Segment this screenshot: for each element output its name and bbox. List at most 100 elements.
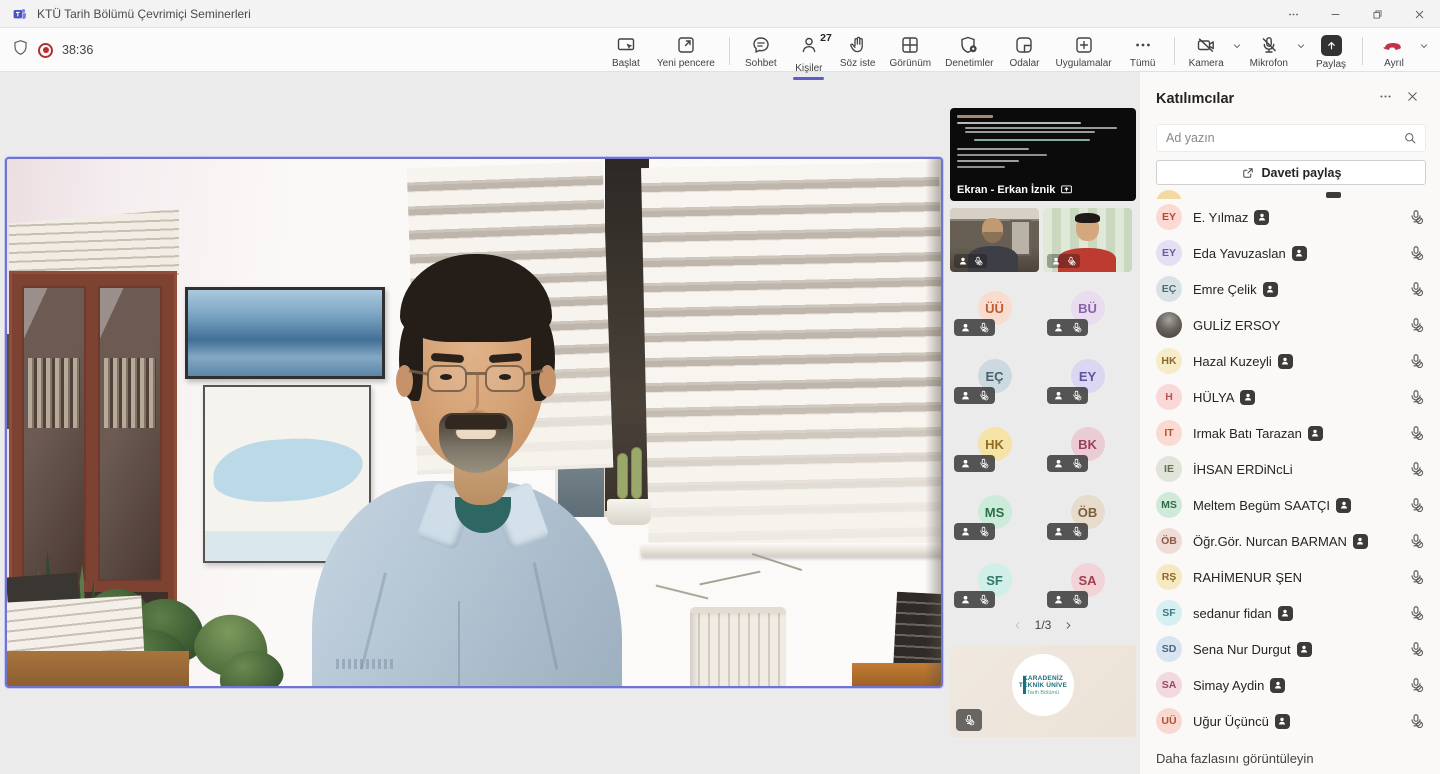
more-button[interactable]: Tümü [1119, 33, 1167, 69]
attendee-badge-icon [1270, 678, 1285, 693]
new-window-button[interactable]: Yeni pencere [650, 33, 722, 69]
speaker-mustache [445, 415, 507, 429]
attendee-badge-icon [1053, 526, 1064, 537]
tile-status-overlay [954, 455, 995, 472]
mic-chevron-icon[interactable] [1295, 40, 1307, 52]
tile-status-overlay [1047, 591, 1088, 608]
view-button[interactable]: Görünüm [882, 33, 938, 69]
mic-muted-icon [1071, 458, 1082, 469]
participant-row[interactable]: HK Hazal Kuzeyli [1140, 343, 1440, 379]
participant-tile[interactable]: HK [950, 412, 1039, 476]
participant-row[interactable]: EÇ Emre Çelik [1140, 271, 1440, 307]
attendee-badge-icon [1336, 498, 1351, 513]
window-sill [641, 543, 943, 556]
close-button[interactable] [1398, 0, 1440, 28]
minimize-button[interactable] [1314, 0, 1356, 28]
participant-tile[interactable]: SF [950, 548, 1039, 612]
participant-row[interactable]: MS Meltem Begüm SAATÇI [1140, 487, 1440, 523]
tile-status-overlay [954, 523, 995, 540]
participant-tile[interactable]: ÖB [1043, 480, 1132, 544]
main-speaker-video[interactable]: Erkan Iznik [5, 157, 943, 688]
ellipsis-icon [1133, 35, 1153, 55]
attendee-badge-icon [1240, 390, 1255, 405]
mic-muted-icon [1408, 569, 1424, 585]
participant-tile[interactable]: BK [1043, 412, 1132, 476]
tile-pagination: 1/3 [950, 614, 1136, 636]
attendee-badge-icon [1292, 246, 1307, 261]
mic-muted-icon [1408, 389, 1424, 405]
participant-tile[interactable]: EÇ [950, 344, 1039, 408]
video-status-overlay [954, 254, 987, 268]
teams-logo-icon [12, 6, 28, 22]
tile-status-overlay [1047, 319, 1088, 336]
participant-tile[interactable]: BÜ [1043, 276, 1132, 340]
camera-chevron-icon[interactable] [1231, 40, 1243, 52]
participant-row[interactable]: GULİZ ERSOY [1140, 307, 1440, 343]
participant-row[interactable]: RŞ RAHİMENUR ŞEN [1140, 559, 1440, 595]
camera-button[interactable]: Kamera [1182, 33, 1231, 69]
mic-muted-icon [1071, 390, 1082, 401]
attendee-badge-icon [1297, 642, 1312, 657]
participant-tile[interactable]: MS [950, 480, 1039, 544]
timer-text: 38:36 [62, 43, 93, 57]
start-button[interactable]: Başlat [602, 33, 650, 69]
participant-row[interactable]: SF sedanur fidan [1140, 595, 1440, 631]
restore-button[interactable] [1356, 0, 1398, 28]
leave-chevron-icon[interactable] [1418, 40, 1430, 52]
mic-muted-icon [1408, 533, 1424, 549]
participant-tile[interactable]: EY [1043, 344, 1132, 408]
participant-row[interactable]: IE İHSAN ERDiNcLi [1140, 451, 1440, 487]
screenshare-icon [1060, 183, 1073, 196]
screenshare-thumbnail[interactable]: Ekran - Erkan İznik [950, 108, 1136, 201]
desk-left [7, 651, 189, 688]
people-icon [799, 35, 819, 55]
window-controls [1272, 0, 1440, 28]
participant-row[interactable]: EY E. Yılmaz [1140, 199, 1440, 235]
panel-header: Katılımcılar [1140, 72, 1440, 122]
show-more-link[interactable]: Daha fazlasını görüntüleyin [1140, 739, 1440, 774]
panel-close-button[interactable] [1399, 86, 1426, 112]
attendee-badge-icon [1275, 714, 1290, 729]
mic-muted-icon [1408, 245, 1424, 261]
participant-row[interactable]: EY Eda Yavuzaslan [1140, 235, 1440, 271]
share-button[interactable]: Paylaş [1307, 33, 1355, 70]
raise-hand-button[interactable]: Söz iste [833, 33, 883, 69]
page-prev-icon[interactable] [1012, 620, 1023, 631]
attendee-badge-icon [1263, 282, 1278, 297]
page-next-icon[interactable] [1063, 620, 1074, 631]
participant-tile[interactable]: ÜÜ [950, 276, 1039, 340]
meeting-toolbar: 38:36 Başlat Yeni pencere Sohbet 27 [0, 28, 1440, 72]
participant-row[interactable]: ÖB Öğr.Gör. Nurcan BARMAN [1140, 523, 1440, 559]
search-input[interactable] [1156, 131, 1426, 145]
chat-icon [751, 35, 771, 55]
attendee-badge-icon [1051, 256, 1061, 266]
participant-video-thumbnail[interactable] [950, 208, 1039, 272]
participant-row[interactable]: SA Simay Aydin [1140, 667, 1440, 703]
mic-muted-icon [1408, 281, 1424, 297]
avatar: IT [1156, 420, 1182, 446]
participant-row[interactable]: H HÜLYA [1140, 379, 1440, 415]
panel-more-button[interactable] [1372, 86, 1399, 112]
leave-button[interactable]: Ayrıl [1370, 33, 1418, 69]
avatar: SA [1156, 672, 1182, 698]
chat-button[interactable]: Sohbet [737, 33, 785, 69]
mic-muted-icon [1408, 605, 1424, 621]
avatar: IE [1156, 456, 1182, 482]
speaker-mouth [455, 429, 497, 440]
mic-muted-icon [1408, 677, 1424, 693]
rooms-button[interactable]: Odalar [1000, 33, 1048, 69]
people-button[interactable]: 27 Kişiler [785, 33, 833, 74]
participant-video-thumbnail[interactable] [1043, 208, 1132, 272]
avatar: SF [1156, 600, 1182, 626]
mic-button[interactable]: Mikrofon [1243, 33, 1295, 69]
titlebar-more-button[interactable] [1272, 0, 1314, 28]
controls-button[interactable]: Denetimler [938, 33, 1000, 69]
apps-button[interactable]: Uygulamalar [1048, 33, 1118, 69]
participant-row[interactable]: UÜ Uğur Üçüncü [1140, 703, 1440, 739]
participant-row[interactable]: SD Sena Nur Durgut [1140, 631, 1440, 667]
attendee-badge-icon [1053, 322, 1064, 333]
participant-row[interactable]: IT Irmak Batı Tarazan [1140, 415, 1440, 451]
share-invite-button[interactable]: Daveti paylaş [1156, 160, 1426, 185]
participant-tile[interactable]: SA [1043, 548, 1132, 612]
university-logo-tile[interactable]: KARADENİZ TEKNİK ÜNİVE Tarih Bölümü [950, 645, 1136, 737]
